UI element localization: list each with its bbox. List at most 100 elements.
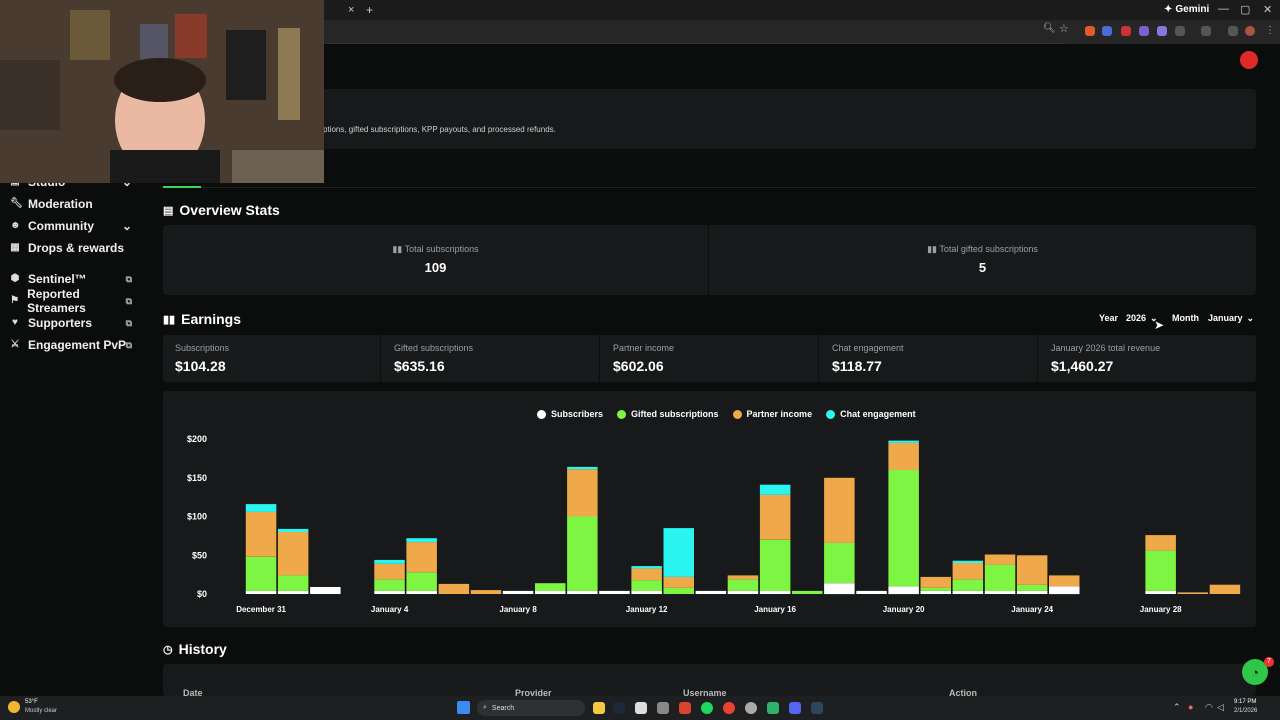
extension-icon[interactable] — [1121, 26, 1131, 36]
taskbar-search[interactable]: ⌕ Search — [477, 700, 585, 716]
extension-icon[interactable] — [1139, 26, 1149, 36]
spotify-icon[interactable] — [701, 702, 713, 714]
app-icon[interactable] — [635, 702, 647, 714]
bar-segment[interactable] — [245, 556, 277, 591]
browser-menu-icon[interactable]: ⋮ — [1265, 25, 1275, 36]
bar-segment[interactable] — [824, 477, 855, 543]
sidebar-item-engagement-pvp[interactable]: ⚔ Engagement PvP ⧉ — [10, 335, 132, 355]
bar-segment[interactable] — [438, 583, 470, 594]
download-icon[interactable] — [1228, 26, 1238, 36]
column-header-username[interactable]: Username — [683, 688, 727, 696]
extension-icon[interactable] — [1102, 26, 1112, 36]
bar-segment[interactable] — [663, 528, 695, 577]
bar-segment[interactable] — [470, 590, 502, 594]
bar-segment[interactable] — [952, 563, 984, 580]
discord-icon[interactable] — [789, 702, 801, 714]
extensions-puzzle-icon[interactable] — [1175, 26, 1185, 36]
windows-start-icon[interactable] — [457, 701, 470, 714]
wifi-icon[interactable]: ◠ — [1205, 702, 1213, 713]
bar-segment[interactable] — [1016, 555, 1048, 585]
bar-segment[interactable] — [374, 559, 405, 564]
bar-segment[interactable] — [631, 590, 662, 594]
bar-segment[interactable] — [502, 590, 534, 594]
user-avatar[interactable] — [1240, 51, 1258, 69]
extension-icon[interactable] — [1085, 26, 1095, 36]
bar-segment[interactable] — [824, 583, 855, 595]
maximize-icon[interactable]: ▢ — [1240, 3, 1250, 16]
bar-segment[interactable] — [277, 532, 309, 576]
bar-segment[interactable] — [374, 590, 405, 594]
sidebar-item-drops-rewards[interactable]: ▦ Drops & rewards — [10, 238, 132, 258]
bar-segment[interactable] — [406, 572, 437, 591]
clock-time[interactable]: 9:17 PM — [1234, 699, 1256, 705]
bar-segment[interactable] — [888, 470, 919, 587]
sidebar-item-moderation[interactable]: 🔧︎ Moderation — [10, 194, 132, 214]
bar-segment[interactable] — [1145, 590, 1176, 594]
bar-segment[interactable] — [1016, 584, 1048, 591]
bar-segment[interactable] — [824, 542, 855, 584]
close-window-icon[interactable]: ✕ — [1263, 3, 1272, 16]
bar-segment[interactable] — [984, 590, 1016, 594]
bar-segment[interactable] — [888, 586, 919, 595]
sidebar-item-community[interactable]: ☻ Community ⌄ — [10, 216, 132, 236]
profile-avatar-icon[interactable] — [1245, 26, 1255, 36]
app-icon[interactable] — [767, 702, 779, 714]
bar-segment[interactable] — [1016, 590, 1048, 594]
bar-segment[interactable] — [663, 587, 695, 594]
bar-segment[interactable] — [535, 590, 566, 594]
bar-segment[interactable] — [727, 579, 759, 591]
bar-segment[interactable] — [695, 590, 727, 594]
bar-segment[interactable] — [663, 576, 695, 588]
bar-segment[interactable] — [631, 568, 662, 580]
microphone-icon[interactable]: ● — [1188, 702, 1193, 712]
sidebar-item-supporters[interactable]: ♥ Supporters ⧉ — [10, 313, 132, 333]
bar-segment[interactable] — [567, 516, 598, 591]
bar-segment[interactable] — [984, 554, 1016, 565]
bar-segment[interactable] — [792, 590, 823, 594]
settings-icon[interactable] — [657, 702, 669, 714]
bar-segment[interactable] — [727, 575, 759, 580]
column-header-date[interactable]: Date — [183, 688, 203, 696]
bar-segment[interactable] — [1145, 535, 1176, 551]
weather-temp[interactable]: 53°F — [25, 699, 38, 705]
weather-description[interactable]: Mostly clear — [25, 708, 57, 714]
bar-segment[interactable] — [374, 579, 405, 591]
bar-segment[interactable] — [856, 590, 887, 594]
app-icon[interactable] — [745, 702, 757, 714]
bar-segment[interactable] — [567, 466, 598, 470]
close-tab-icon[interactable]: × — [348, 4, 354, 16]
new-tab-icon[interactable]: + — [366, 3, 373, 17]
sidepanel-icon[interactable] — [1201, 26, 1211, 36]
bar-segment[interactable] — [245, 590, 277, 594]
bar-segment[interactable] — [920, 587, 952, 591]
bar-segment[interactable] — [920, 576, 952, 588]
bar-segment[interactable] — [374, 563, 405, 580]
column-header-provider[interactable]: Provider — [515, 688, 552, 696]
bar-segment[interactable] — [631, 566, 662, 569]
clock-date[interactable]: 2/1/2026 — [1234, 708, 1257, 714]
bar-segment[interactable] — [277, 590, 309, 594]
brave-icon[interactable] — [679, 702, 691, 714]
bar-segment[interactable] — [1049, 575, 1080, 587]
extension-icon[interactable] — [1157, 26, 1167, 36]
bar-segment[interactable] — [406, 542, 437, 573]
steam-icon[interactable] — [613, 702, 625, 714]
chrome-icon[interactable] — [723, 702, 735, 714]
month-select[interactable]: January ⌄ — [1208, 313, 1254, 324]
bar-segment[interactable] — [952, 590, 984, 594]
bar-segment[interactable] — [888, 440, 919, 443]
bar-segment[interactable] — [759, 494, 791, 540]
bar-segment[interactable] — [599, 590, 630, 594]
gemini-button[interactable]: ✦ Gemini — [1164, 4, 1209, 15]
zoom-icon[interactable]: 🔍︎ — [1043, 23, 1056, 34]
bar-segment[interactable] — [245, 504, 277, 512]
volume-icon[interactable]: ◁ — [1217, 702, 1224, 713]
bar-segment[interactable] — [952, 560, 984, 563]
bar-segment[interactable] — [567, 469, 598, 517]
steam-icon[interactable] — [811, 702, 823, 714]
sidebar-item-sentinel[interactable]: ⬢ Sentinel™ ⧉ — [10, 269, 132, 289]
bar-segment[interactable] — [406, 590, 437, 594]
bar-segment[interactable] — [535, 583, 566, 591]
bar-segment[interactable] — [567, 590, 598, 594]
bar-segment[interactable] — [406, 538, 437, 543]
